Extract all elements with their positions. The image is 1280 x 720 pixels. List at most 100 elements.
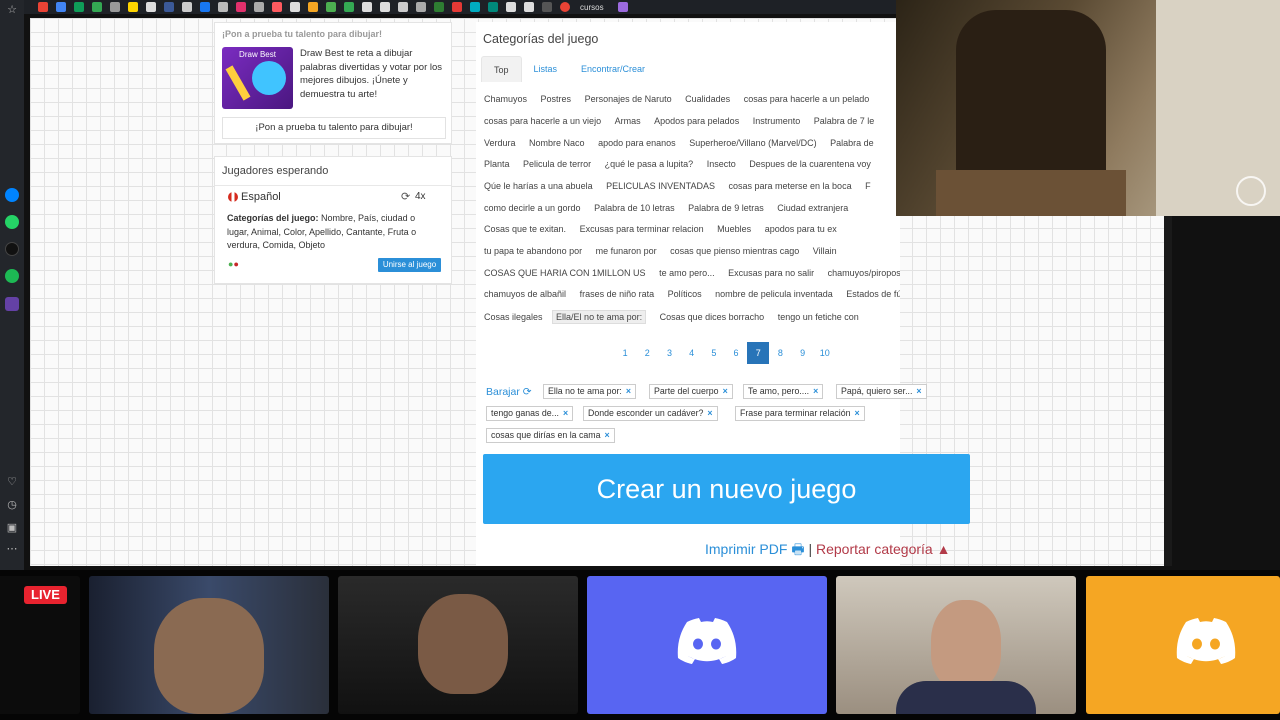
category-item[interactable]: Pelicula de terror (523, 159, 591, 169)
drive-icon[interactable] (74, 2, 84, 12)
category-item[interactable]: Despues de la cuarentena voy (749, 159, 871, 169)
shield-icon[interactable] (218, 2, 228, 12)
category-item[interactable]: Cosas que dices borracho (660, 312, 765, 322)
category-item[interactable]: chamuyos de albañil (484, 289, 566, 299)
category-item[interactable]: cosas para meterse en la boca (729, 181, 852, 191)
category-item[interactable]: Palabra de 9 letras (688, 203, 764, 213)
instagram-icon[interactable] (236, 2, 246, 12)
tab-top[interactable]: Top (481, 56, 522, 82)
grid-icon[interactable] (344, 2, 354, 12)
category-item[interactable]: Insecto (707, 159, 736, 169)
category-item[interactable]: tu papa te abandono por (484, 246, 582, 256)
remove-icon[interactable]: × (707, 408, 712, 418)
tab-lists[interactable]: Listas (522, 56, 570, 82)
category-item[interactable]: Apodos para pelados (654, 116, 739, 126)
remove-icon[interactable]: × (855, 408, 860, 418)
remove-icon[interactable]: × (626, 386, 631, 396)
page-link[interactable]: 4 (681, 342, 703, 364)
page-link-active[interactable]: 7 (747, 342, 770, 364)
clock-icon[interactable] (110, 2, 120, 12)
category-item[interactable]: Chamuyos (484, 94, 527, 104)
google-icon[interactable] (38, 2, 48, 12)
shuffle-button[interactable]: Barajar ⟳ (486, 386, 532, 398)
category-item[interactable]: como decirle a un gordo (484, 203, 581, 213)
page-link[interactable]: 6 (725, 342, 747, 364)
category-item[interactable]: nombre de pelicula inventada (715, 289, 833, 299)
remove-icon[interactable]: × (723, 386, 728, 396)
category-item[interactable]: COSAS QUE HARIA CON 1MILLON US (484, 268, 646, 278)
tiktok-icon[interactable] (5, 242, 19, 256)
history-icon[interactable]: ◷ (5, 498, 19, 512)
category-item[interactable]: Palabra de 10 letras (594, 203, 675, 213)
category-item[interactable]: me funaron por (596, 246, 657, 256)
join-game-button[interactable]: Unirse al juego (378, 258, 441, 272)
page-link[interactable]: 8 (769, 342, 791, 364)
tab-find-create[interactable]: Encontrar/Crear (569, 56, 657, 82)
category-item[interactable]: Cosas que te exitan. (484, 224, 566, 234)
category-item[interactable]: Superheroe/Villano (Marvel/DC) (689, 138, 816, 148)
sheets-icon[interactable] (92, 2, 102, 12)
github-icon[interactable] (182, 2, 192, 12)
category-item[interactable]: te amo pero... (659, 268, 715, 278)
remove-icon[interactable]: × (563, 408, 568, 418)
category-item[interactable]: Políticos (668, 289, 702, 299)
category-item[interactable]: Nombre Naco (529, 138, 585, 148)
w-icon[interactable] (434, 2, 444, 12)
remove-icon[interactable]: × (813, 386, 818, 396)
category-item[interactable]: cosas para hacerle a un viejo (484, 116, 601, 126)
file-icon[interactable] (380, 2, 390, 12)
page-link[interactable]: 10 (814, 342, 836, 364)
chart-icon[interactable] (326, 2, 336, 12)
warning-icon[interactable]: ▲ (937, 541, 951, 557)
trello-icon[interactable] (164, 2, 174, 12)
bookmark-label[interactable]: cursos (580, 3, 604, 12)
category-item[interactable]: Excusas para terminar relacion (580, 224, 704, 234)
doc-icon[interactable] (506, 2, 516, 12)
twitch-icon[interactable] (5, 297, 19, 311)
create-game-button[interactable]: Crear un nuevo juego (483, 454, 970, 524)
category-item[interactable]: PELICULAS INVENTADAS (606, 181, 715, 191)
messenger-icon[interactable] (5, 188, 19, 202)
file-icon[interactable] (362, 2, 372, 12)
doc-icon[interactable] (290, 2, 300, 12)
remove-icon[interactable]: × (605, 430, 610, 440)
link-icon[interactable] (416, 2, 426, 12)
category-item[interactable]: Cosas ilegales (484, 312, 543, 322)
bookmark-star-icon[interactable]: ☆ (5, 3, 19, 17)
category-item[interactable]: Excusas para no salir (728, 268, 814, 278)
category-item[interactable]: cosas que pienso mientras cago (670, 246, 799, 256)
page-link[interactable]: 2 (636, 342, 658, 364)
page-link[interactable]: 5 (703, 342, 725, 364)
spotify-icon[interactable] (5, 269, 19, 283)
tiktok-icon[interactable] (146, 2, 156, 12)
extension-icon[interactable] (617, 2, 628, 12)
more-icon[interactable]: ⋯ (5, 542, 19, 556)
category-item[interactable]: Villain (813, 246, 837, 256)
terminal-icon[interactable] (542, 2, 552, 12)
heart-icon[interactable]: ♡ (5, 475, 19, 489)
bookmark-icon[interactable] (128, 2, 138, 12)
chrome-icon[interactable] (560, 2, 570, 12)
docs-icon[interactable] (56, 2, 66, 12)
category-item[interactable]: F (865, 181, 871, 191)
mail-icon[interactable] (254, 2, 264, 12)
chat-icon[interactable] (470, 2, 480, 12)
facebook-icon[interactable] (200, 2, 210, 12)
category-item[interactable]: Qúe le harías a una abuela (484, 181, 593, 191)
page-link[interactable]: 9 (792, 342, 814, 364)
category-item[interactable]: Planta (484, 159, 510, 169)
category-item[interactable]: Ciudad extranjera (777, 203, 848, 213)
report-category-link[interactable]: Reportar categoría (816, 541, 933, 557)
meet-icon[interactable] (488, 2, 498, 12)
reading-list-icon[interactable]: ▣ (5, 521, 19, 535)
category-item[interactable]: Palabra de (830, 138, 874, 148)
category-item[interactable]: apodo para enanos (598, 138, 676, 148)
binance-icon[interactable] (308, 2, 318, 12)
category-item[interactable]: Postres (541, 94, 572, 104)
category-item[interactable]: apodos para tu ex (765, 224, 837, 234)
github-icon[interactable] (398, 2, 408, 12)
category-item[interactable]: tengo un fetiche con (778, 312, 859, 322)
whatsapp-icon[interactable] (5, 215, 19, 229)
category-item[interactable]: Cualidades (685, 94, 730, 104)
category-item[interactable]: frases de niño rata (580, 289, 655, 299)
